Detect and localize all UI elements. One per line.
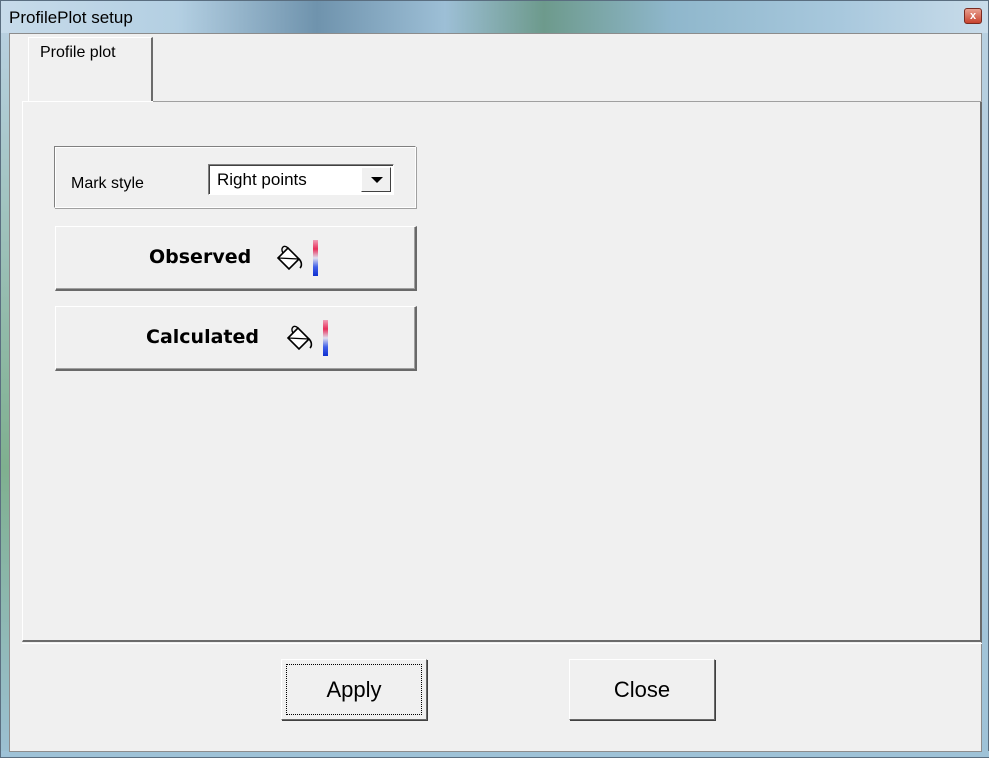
chevron-down-icon[interactable] bbox=[361, 167, 391, 192]
apply-button[interactable]: Apply bbox=[281, 659, 427, 720]
paint-bucket-icon bbox=[286, 325, 313, 351]
observed-button-label: Observed bbox=[149, 246, 252, 268]
tab-strip-line bbox=[153, 101, 982, 102]
mark-style-value: Right points bbox=[217, 170, 307, 189]
window-frame-right bbox=[981, 33, 988, 757]
close-button[interactable]: Close bbox=[569, 659, 715, 720]
window-frame-left bbox=[1, 33, 9, 757]
calculated-color-button[interactable]: Calculated bbox=[55, 306, 417, 371]
mark-style-label: Mark style bbox=[71, 175, 144, 192]
color-gradient-swatch bbox=[313, 240, 318, 276]
paint-bucket-icon bbox=[276, 245, 303, 271]
calculated-button-label: Calculated bbox=[146, 326, 259, 348]
color-gradient-swatch bbox=[323, 320, 328, 356]
button-area-divider bbox=[22, 643, 982, 644]
mark-style-dropdown[interactable]: Right points bbox=[208, 164, 394, 195]
observed-color-button[interactable]: Observed bbox=[55, 226, 417, 291]
tab-label: Profile plot bbox=[40, 44, 116, 61]
title-bar[interactable]: ProfilePlot setup x bbox=[1, 1, 988, 33]
window-title: ProfilePlot setup bbox=[9, 8, 133, 27]
mark-style-group: Mark style Right points bbox=[54, 146, 416, 208]
tab-profile-plot[interactable]: Profile plot bbox=[28, 37, 153, 101]
window-close-button[interactable]: x bbox=[964, 8, 982, 24]
